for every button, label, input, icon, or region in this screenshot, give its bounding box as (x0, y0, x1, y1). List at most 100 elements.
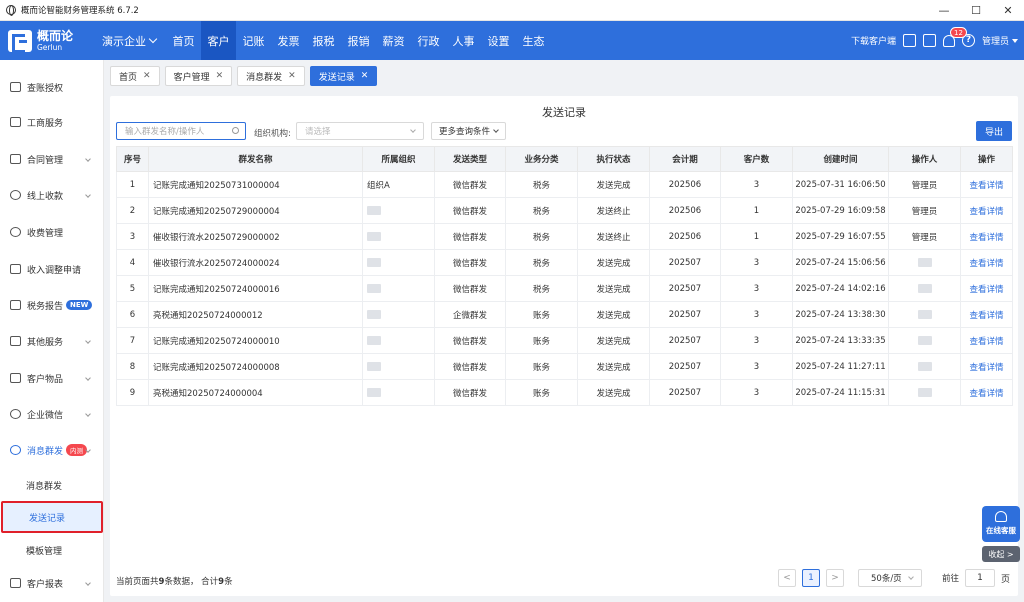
table-cell: 3 (720, 275, 793, 302)
table-cell: 发送完成 (577, 301, 650, 328)
search-input[interactable]: 输入群发名称/操作人 (116, 122, 246, 140)
table-cell: 微信群发 (434, 197, 506, 224)
table-cell (362, 197, 435, 224)
sidebar-item-8[interactable]: 客户物品 (0, 361, 104, 395)
table-cell: 2025-07-24 11:27:11 (792, 353, 889, 380)
menu-item-1[interactable]: 客户 (201, 21, 236, 60)
logo-mark-icon (8, 29, 32, 53)
export-button[interactable]: 导出 (976, 121, 1012, 141)
table-cell: 催收银行流水20250724000024 (148, 249, 363, 276)
next-page-button[interactable]: > (826, 569, 844, 587)
menu-item-5[interactable]: 报销 (341, 21, 376, 60)
goto-label: 前往 (942, 574, 960, 584)
menu-item-6[interactable]: 薪资 (376, 21, 411, 60)
view-details-link[interactable]: 查看详情 (960, 275, 1013, 302)
column-header: 群发名称 (148, 146, 363, 172)
sidebar-item-7[interactable]: 其他服务 (0, 324, 104, 358)
sidebar-item-label: 企业微信 (27, 410, 64, 421)
sidebar-item-3[interactable]: 线上收款 (0, 178, 104, 212)
menu-item-4[interactable]: 报税 (306, 21, 341, 60)
view-details-link[interactable]: 查看详情 (960, 171, 1013, 198)
sidebar-item-1[interactable]: 工商服务 (0, 105, 104, 139)
sidebar-subitem-0[interactable]: 消息群发 (0, 469, 104, 501)
close-window-button[interactable]: ✕ (992, 0, 1024, 21)
table-cell: 202507 (649, 301, 721, 328)
table-cell: 发送完成 (577, 275, 650, 302)
redacted-value (917, 387, 932, 397)
sidebar-item-5[interactable]: 收入调整申请 (0, 252, 104, 286)
menu-item-7[interactable]: 行政 (411, 21, 446, 60)
sidebar-item-4[interactable]: 收费管理 (0, 215, 104, 249)
view-details-link[interactable]: 查看详情 (960, 327, 1013, 354)
menu-item-8[interactable]: 人事 (446, 21, 481, 60)
table-cell (888, 379, 961, 406)
sidebar-icon (10, 82, 21, 92)
view-details-link[interactable]: 查看详情 (960, 353, 1013, 380)
table-row: 4 催收银行流水20250724000024 微信群发 税务 发送完成 202507 3 20… (116, 249, 1013, 276)
table-cell: 3 (720, 327, 793, 354)
view-details-link[interactable]: 查看详情 (960, 197, 1013, 224)
download-client-link[interactable]: 下载客户端 (851, 34, 896, 47)
menu-item-0[interactable]: 首页 (166, 21, 201, 60)
sidebar-item-9[interactable]: 企业微信 (0, 397, 104, 431)
caret-down-icon (1012, 38, 1018, 43)
view-details-link[interactable]: 查看详情 (960, 301, 1013, 328)
close-icon[interactable]: ✕ (361, 71, 369, 81)
company-name: 演示企业 (102, 34, 146, 48)
clipboard-icon[interactable] (922, 34, 936, 47)
sidebar-item-label: 客户物品 (27, 374, 64, 385)
brand-logo[interactable]: 概而论 Gerlun (8, 29, 86, 53)
sidebar-subitem-2[interactable]: 模板管理 (0, 534, 104, 566)
company-switcher[interactable]: 演示企业 (102, 33, 158, 49)
table-cell: 4 (116, 249, 149, 276)
table-cell: 1 (720, 197, 793, 224)
prev-page-button[interactable]: < (778, 569, 796, 587)
close-icon[interactable]: ✕ (216, 71, 224, 81)
org-select[interactable]: 请选择 (296, 122, 424, 140)
tab-3[interactable]: 发送记录 ✕ (309, 66, 378, 86)
page-number-button[interactable]: 1 (802, 569, 820, 587)
close-icon[interactable]: ✕ (288, 71, 296, 81)
view-details-link[interactable]: 查看详情 (960, 379, 1013, 406)
table-cell: 税务 (505, 249, 578, 276)
collapse-button[interactable]: 收起 > (982, 546, 1020, 562)
menu-item-10[interactable]: 生态 (516, 21, 551, 60)
online-service-button[interactable]: 在线客服 (982, 506, 1020, 542)
goto-page-input[interactable]: 1 (965, 569, 996, 587)
table-cell (362, 223, 435, 250)
sidebar-icon (10, 264, 21, 274)
menu-item-2[interactable]: 记账 (236, 21, 271, 60)
sidebar-item-6[interactable]: 税务报告 NEW (0, 288, 104, 322)
sidebar-icon (10, 336, 21, 346)
tab-1[interactable]: 客户管理 ✕ (164, 66, 233, 86)
tab-0[interactable]: 首页 ✕ (110, 66, 160, 86)
table-cell: 202507 (649, 249, 721, 276)
menu-item-9[interactable]: 设置 (481, 21, 516, 60)
view-details-link[interactable]: 查看详情 (960, 249, 1013, 276)
table-cell: 1 (116, 171, 149, 198)
column-header: 所属组织 (362, 146, 435, 172)
sidebar-item-10[interactable]: 消息群发 内测 (0, 433, 104, 467)
table-cell: 5 (116, 275, 149, 302)
sidebar-item-label: 工商服务 (27, 118, 64, 129)
notification-bell-icon[interactable]: 12 (942, 26, 967, 47)
sidebar-item-2[interactable]: 合同管理 (0, 142, 104, 176)
table-row: 5 记账完成通知20250724000016 微信群发 税务 发送完成 202507 3 20… (116, 275, 1013, 302)
sidebar-tag-badge: 内测 (66, 444, 88, 456)
close-icon[interactable]: ✕ (143, 71, 151, 81)
table-cell: 3 (720, 379, 793, 406)
sidebar-item-0[interactable]: 查账授权 (0, 70, 104, 104)
menu-item-3[interactable]: 发票 (271, 21, 306, 60)
chevron-down-icon (410, 127, 416, 133)
scan-icon[interactable] (902, 34, 916, 47)
redacted-value (367, 361, 381, 371)
view-details-link[interactable]: 查看详情 (960, 223, 1013, 250)
tab-2[interactable]: 消息群发 ✕ (237, 66, 305, 86)
page-size-select[interactable]: 50条/页 (858, 569, 922, 587)
maximize-button[interactable]: ☐ (960, 0, 992, 21)
sidebar-item-report[interactable]: 客户报表 (0, 566, 104, 600)
sidebar-subitem-1[interactable]: 发送记录 (1, 501, 103, 533)
user-menu[interactable]: 管理员 (982, 34, 1018, 47)
more-filters-button[interactable]: 更多查询条件 (431, 122, 506, 140)
minimize-button[interactable]: — (928, 0, 960, 21)
